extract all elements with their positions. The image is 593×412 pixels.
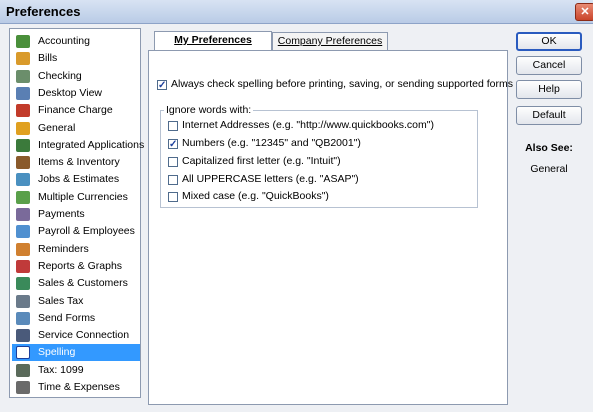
jobs-estimates-icon: [16, 173, 30, 187]
sidebar-item[interactable]: General: [12, 120, 140, 137]
send-forms-icon: [16, 311, 30, 325]
reports-graphs-icon: [16, 259, 30, 273]
default-button[interactable]: Default: [516, 106, 582, 125]
sidebar-item[interactable]: Multiple Currencies: [12, 189, 140, 206]
sidebar-item-label: Sales Tax: [38, 294, 84, 307]
sidebar-item[interactable]: Service Connection: [12, 327, 140, 344]
general-icon: [16, 121, 30, 135]
sidebar-item[interactable]: Spelling: [12, 344, 140, 362]
window-title: Preferences: [6, 4, 81, 19]
checking-icon: [16, 69, 30, 83]
sidebar-item-label: Tax: 1099: [38, 363, 84, 376]
tab-company-preferences[interactable]: Company Preferences: [272, 32, 388, 50]
finance-charge-icon: [16, 104, 30, 118]
title-bar: Preferences ✕: [0, 0, 593, 24]
sidebar-item-label: Service Connection: [38, 329, 130, 342]
sidebar-item[interactable]: Items & Inventory: [12, 154, 140, 171]
sales-tax-icon: [16, 294, 30, 308]
ok-button[interactable]: OK: [516, 32, 582, 51]
ignore-internet-addresses-checkbox[interactable]: [168, 121, 178, 131]
sidebar-item-label: Checking: [38, 69, 82, 82]
accounting-icon: [16, 35, 30, 48]
ignore-capitalized-label: Capitalized first letter (e.g. "Intuit"): [182, 155, 341, 167]
sidebar-item[interactable]: Tax: 1099: [12, 362, 140, 379]
sidebar-item-label: Jobs & Estimates: [38, 173, 120, 186]
ignore-mixed-case-checkbox[interactable]: [168, 192, 178, 202]
sidebar-item[interactable]: Bills: [12, 50, 140, 67]
ignore-uppercase-label: All UPPERCASE letters (e.g. "ASAP"): [182, 173, 359, 185]
sidebar-item[interactable]: Reminders: [12, 241, 140, 258]
sidebar-item[interactable]: Accounting: [12, 33, 140, 50]
close-button[interactable]: ✕: [575, 3, 593, 21]
tab-my-preferences[interactable]: My Preferences: [154, 31, 272, 51]
sidebar-item-label: Time & Expenses: [38, 381, 120, 393]
cancel-button[interactable]: Cancel: [516, 56, 582, 75]
sidebar-item-label: Payroll & Employees: [38, 225, 135, 238]
sidebar-item[interactable]: Time & Expenses: [12, 379, 140, 396]
sidebar-item[interactable]: Reports & Graphs: [12, 258, 140, 275]
sidebar-item[interactable]: Sales Tax: [12, 293, 140, 310]
integrated-applications-icon: [16, 138, 30, 152]
sidebar-item[interactable]: Desktop View: [12, 85, 140, 102]
spelling-icon: [16, 346, 30, 360]
sidebar-item[interactable]: Payments: [12, 206, 140, 223]
sidebar-item[interactable]: Jobs & Estimates: [12, 171, 140, 188]
sidebar-item[interactable]: Payroll & Employees: [12, 223, 140, 240]
sidebar-item-label: Desktop View: [38, 86, 103, 99]
payments-icon: [16, 208, 30, 221]
service-connection-icon: [16, 329, 30, 343]
sidebar-item-label: Spelling: [38, 346, 76, 359]
ignore-words-group-title: Ignore words with:: [164, 104, 254, 116]
ignore-internet-addresses-label: Internet Addresses (e.g. "http://www.qui…: [182, 119, 434, 131]
tab-my-preferences-label: My Preferences: [174, 34, 252, 46]
multiple-currencies-icon: [16, 190, 30, 204]
sidebar-item[interactable]: Send Forms: [12, 310, 140, 327]
ignore-numbers-label: Numbers (e.g. "12345" and "QB2001"): [182, 137, 361, 149]
sidebar-item-label: Accounting: [38, 35, 90, 47]
time-expenses-icon: [16, 381, 30, 394]
ignore-uppercase-checkbox[interactable]: [168, 175, 178, 185]
sidebar-item-label: Reminders: [38, 242, 89, 255]
sidebar-item-label: Items & Inventory: [38, 156, 120, 169]
sidebar-item-label: Integrated Applications: [38, 138, 145, 151]
ignore-mixed-case-label: Mixed case (e.g. "QuickBooks"): [182, 190, 329, 202]
items-inventory-icon: [16, 156, 30, 170]
always-check-spelling-label: Always check spelling before printing, s…: [171, 78, 514, 90]
sidebar-item-label: Multiple Currencies: [38, 190, 128, 203]
sidebar-item-label: Reports & Graphs: [38, 259, 123, 272]
sidebar-item-label: General: [38, 121, 76, 134]
payroll-employees-icon: [16, 225, 30, 239]
also-see-heading: Also See:: [525, 142, 573, 154]
sidebar-item-label: Finance Charge: [38, 104, 113, 117]
reminders-icon: [16, 242, 30, 256]
sidebar-item[interactable]: Sales & Customers: [12, 275, 140, 292]
sidebar-item[interactable]: Integrated Applications: [12, 137, 144, 154]
ignore-capitalized-checkbox[interactable]: [168, 157, 178, 167]
sidebar-item-label: Bills: [38, 52, 58, 65]
sidebar-item-label: Send Forms: [38, 311, 96, 324]
tab-company-preferences-label: Company Preferences: [277, 35, 383, 47]
always-check-spelling-checkbox[interactable]: ✓: [157, 80, 167, 91]
sidebar-item-label: Payments: [38, 208, 85, 220]
preferences-category-list[interactable]: Accounting Bills Checking Desktop View Finan…: [9, 28, 144, 398]
ignore-numbers-checkbox[interactable]: ✓: [168, 139, 178, 150]
help-button[interactable]: Help: [516, 80, 582, 99]
bills-icon: [16, 52, 30, 66]
desktop-view-icon: [16, 86, 30, 100]
sidebar-item[interactable]: Checking: [12, 68, 140, 85]
sidebar-item[interactable]: Finance Charge: [12, 102, 140, 119]
sales-customers-icon: [16, 277, 30, 291]
also-see-link-general[interactable]: General: [516, 163, 582, 175]
sidebar-item-label: Sales & Customers: [38, 277, 128, 290]
tax-1099-icon: [16, 363, 30, 377]
